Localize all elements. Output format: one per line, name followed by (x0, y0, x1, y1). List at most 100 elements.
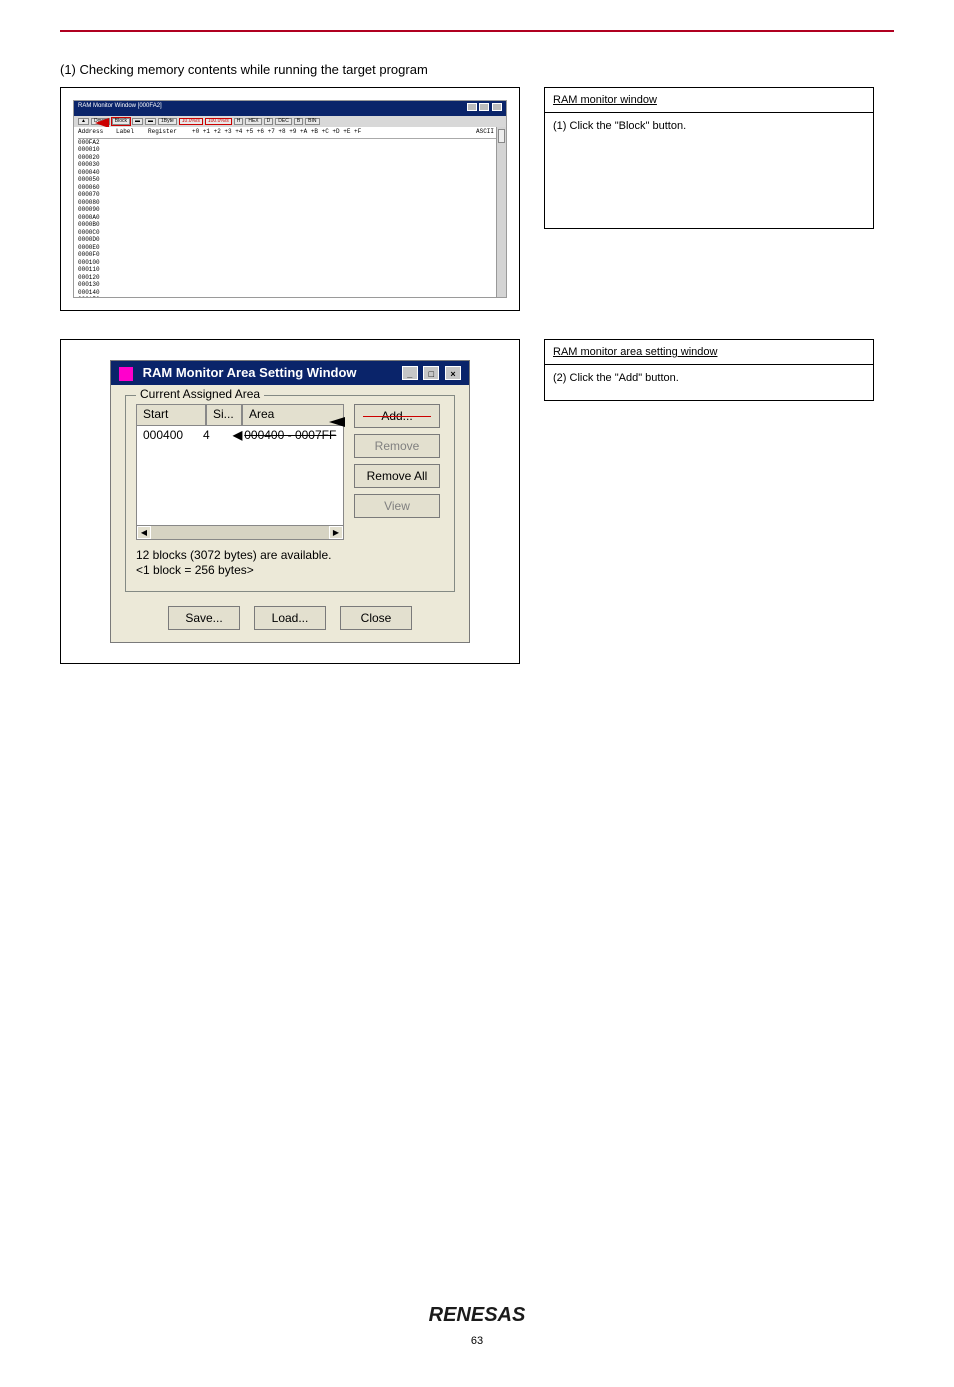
callout-arrow-icon (95, 118, 109, 128)
ram-monitor-column-header: Address Label Register +0 +1 +2 +3 +4 +5… (78, 129, 502, 139)
scroll-right-icon[interactable]: ▶ (329, 526, 343, 539)
close-icon[interactable] (492, 103, 502, 111)
load-button[interactable]: Load... (254, 606, 326, 630)
address-row: 000FA2 (78, 139, 502, 147)
address-row: 000020 (78, 154, 502, 162)
address-row: 000050 (78, 176, 502, 184)
address-row: 000130 (78, 281, 502, 289)
toolbar-bin-prefix[interactable]: B (294, 118, 303, 126)
toolbar-rate-100[interactable]: 100.0%/s (205, 118, 232, 126)
row-area-setting: RAM Monitor Area Setting Window _ □ × Cu… (60, 339, 894, 664)
sidebar-top-body: (1) Click the "Block" button. (545, 113, 873, 228)
address-row: 000080 (78, 199, 502, 207)
red-strike (363, 416, 431, 417)
maximize-icon[interactable] (479, 103, 489, 111)
toolbar-btn[interactable]: ▬ (145, 118, 156, 126)
address-row: 0000B0 (78, 221, 502, 229)
cell-start: 000400 (143, 428, 203, 442)
address-row: 0000F0 (78, 251, 502, 259)
sidebar-bottom-heading: RAM monitor area setting window (545, 340, 873, 365)
add-button[interactable]: Add... (354, 404, 440, 428)
figure-ram-monitor: RAM Monitor Window [000FA2] ▲ Down Block (60, 87, 520, 311)
window-controls: _ □ × (400, 365, 461, 380)
address-row: 000100 (78, 259, 502, 267)
toolbar-up-button[interactable]: ▲ (78, 118, 89, 126)
sidebar-top-heading: RAM monitor window (545, 88, 873, 113)
address-row: 0000A0 (78, 214, 502, 222)
scroll-left-icon[interactable]: ◀ (137, 526, 151, 539)
address-row: 000140 (78, 289, 502, 297)
area-setting-title-text: RAM Monitor Area Setting Window (143, 365, 357, 380)
app-icon (119, 367, 133, 381)
scroll-track[interactable] (151, 526, 329, 539)
toolbar-bin[interactable]: BIN (305, 118, 319, 126)
area-setting-dialog: RAM Monitor Area Setting Window _ □ × Cu… (110, 360, 470, 643)
address-row: 000110 (78, 266, 502, 274)
toolbar-hex[interactable]: HEX (245, 118, 261, 126)
ram-monitor-toolbar: ▲ Down Block ▬ ▬ 1Byte 10.0%/s 100.0%/s … (74, 116, 506, 128)
address-row: 000150 (78, 296, 502, 297)
cell-area: ◀000400 - 0007FF (233, 428, 337, 442)
assigned-area-list-body[interactable]: 000400 4 ◀000400 - 0007FF (136, 426, 344, 526)
col-label: Label (116, 129, 142, 136)
address-row: 0000C0 (78, 229, 502, 237)
col-start[interactable]: Start (136, 404, 206, 426)
minimize-icon[interactable]: _ (402, 366, 418, 380)
area-setting-titlebar: RAM Monitor Area Setting Window _ □ × (111, 361, 469, 385)
sidebar-top: RAM monitor window (1) Click the "Block"… (544, 87, 874, 229)
toolbar-dec[interactable]: DEC (275, 118, 292, 126)
vertical-scrollbar[interactable] (496, 127, 506, 297)
ram-monitor-body: Address Label Register +0 +1 +2 +3 +4 +5… (74, 127, 506, 297)
row-ram-monitor: RAM Monitor Window [000FA2] ▲ Down Block (60, 87, 894, 311)
toolbar-btn[interactable]: ▬ (132, 118, 143, 126)
col-si[interactable]: Si... (206, 404, 242, 426)
scrollbar-thumb[interactable] (498, 129, 505, 143)
save-button[interactable]: Save... (168, 606, 240, 630)
callout-arrow-icon (329, 417, 345, 427)
figure-area-setting: RAM Monitor Area Setting Window _ □ × Cu… (60, 339, 520, 664)
red-highlight-rect (111, 117, 131, 127)
section-title: (1) Checking memory contents while runni… (60, 62, 894, 77)
left-arrow-icon: ◀ (233, 428, 242, 442)
horizontal-scrollbar[interactable]: ◀ ▶ (136, 526, 344, 540)
remove-all-button[interactable]: Remove All (354, 464, 440, 488)
address-row: 000120 (78, 274, 502, 282)
toolbar-rate-10[interactable]: 10.0%/s (179, 118, 203, 126)
address-row: 000070 (78, 191, 502, 199)
area-setting-buttons: Add... Remove Remove All View (354, 404, 440, 540)
table-row[interactable]: 000400 4 ◀000400 - 0007FF (143, 428, 337, 442)
availability-text: 12 blocks (3072 bytes) are available. <1… (136, 548, 444, 579)
assigned-area-list: Start Si... Area 000400 4 ◀0 (136, 404, 344, 540)
renesas-logo: RENESAS (429, 1304, 526, 1327)
col-hex: +0 +1 +2 +3 +4 +5 +6 +7 +8 +9 +A +B +C +… (192, 129, 470, 136)
ram-monitor-titlebar: RAM Monitor Window [000FA2] (74, 101, 506, 116)
window-controls (466, 103, 502, 114)
group-legend: Current Assigned Area (136, 387, 264, 401)
toolbar-dec-prefix[interactable]: D (264, 118, 274, 126)
sidebar-bottom-body: (2) Click the "Add" button. (545, 365, 873, 400)
view-button[interactable]: View (354, 494, 440, 518)
page-number: 63 (471, 1335, 483, 1347)
area-setting-content: Current Assigned Area Start Si... Area (111, 385, 469, 642)
close-button[interactable]: Close (340, 606, 412, 630)
dialog-bottom-buttons: Save... Load... Close (125, 606, 455, 630)
minimize-icon[interactable] (467, 103, 477, 111)
toolbar-1byte[interactable]: 1Byte (158, 118, 177, 126)
page-footer: RENESAS 63 (60, 1304, 894, 1347)
close-icon[interactable]: × (445, 366, 461, 380)
address-list: 000FA20000100000200000300000400000500000… (78, 139, 502, 297)
toolbar-hex-prefix[interactable]: H (234, 118, 244, 126)
col-register: Register (148, 129, 186, 136)
address-row: 000010 (78, 146, 502, 154)
ram-monitor-title-text: RAM Monitor Window [000FA2] (78, 103, 162, 114)
toolbar-block-button[interactable]: Block (112, 118, 130, 126)
ram-monitor-window: RAM Monitor Window [000FA2] ▲ Down Block (73, 100, 507, 298)
address-row: 0000D0 (78, 236, 502, 244)
maximize-icon[interactable]: □ (423, 366, 439, 380)
remove-button[interactable]: Remove (354, 434, 440, 458)
col-address: Address (78, 129, 110, 136)
address-row: 000040 (78, 169, 502, 177)
cell-si: 4 (203, 428, 233, 442)
header-rule (60, 30, 894, 32)
address-row: 000090 (78, 206, 502, 214)
